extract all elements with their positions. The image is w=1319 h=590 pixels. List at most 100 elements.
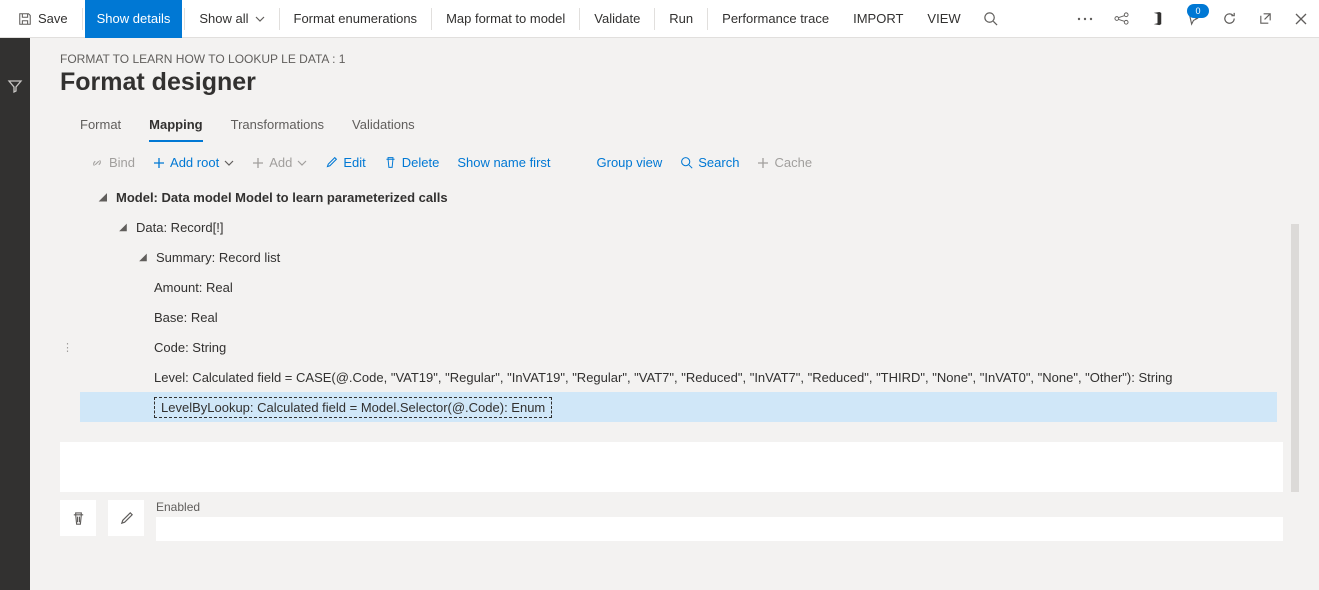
divider	[707, 8, 708, 30]
notifications-icon[interactable]	[1175, 0, 1211, 38]
tree-node-label: Data: Record[!]	[136, 220, 223, 235]
collapse-icon[interactable]: ◢	[116, 222, 130, 233]
show-all-label: Show all	[199, 11, 248, 26]
performance-trace-button[interactable]: Performance trace	[710, 0, 841, 38]
map-format-label: Map format to model	[446, 11, 565, 26]
group-view-button[interactable]: Group view	[597, 155, 663, 170]
show-name-first-button[interactable]: Show name first	[457, 155, 550, 170]
tree-node-label: Model: Data model Model to learn paramet…	[116, 190, 448, 205]
plus-icon	[757, 157, 769, 169]
import-button[interactable]: IMPORT	[841, 0, 915, 38]
format-enumerations-label: Format enumerations	[294, 11, 418, 26]
tree-node-code[interactable]: ⋮ Code: String	[80, 332, 1277, 362]
chevron-down-icon	[297, 158, 307, 168]
drag-handle-icon[interactable]: ⋮	[62, 341, 74, 354]
save-label: Save	[38, 11, 68, 26]
edit-button[interactable]: Edit	[325, 155, 365, 170]
delete-button[interactable]: Delete	[384, 155, 440, 170]
divider	[82, 8, 83, 30]
collapse-icon[interactable]: ◢	[136, 252, 150, 263]
performance-trace-label: Performance trace	[722, 11, 829, 26]
chevron-down-icon	[255, 14, 265, 24]
edit-icon	[325, 156, 338, 169]
tree-node-model[interactable]: ◢ Model: Data model Model to learn param…	[80, 182, 1277, 212]
enabled-field-input[interactable]	[156, 517, 1283, 541]
tab-transformations[interactable]: Transformations	[231, 117, 324, 142]
page-title: Format designer	[60, 68, 1301, 97]
footer-delete-button[interactable]	[60, 500, 96, 536]
footer-edit-button[interactable]	[108, 500, 144, 536]
delete-icon	[384, 156, 397, 169]
office-icon[interactable]	[1139, 0, 1175, 38]
show-name-first-label: Show name first	[457, 155, 550, 170]
add-root-button[interactable]: Add root	[153, 155, 234, 170]
bind-label: Bind	[109, 155, 135, 170]
tree-node-levelbylookup[interactable]: LevelByLookup: Calculated field = Model.…	[80, 392, 1277, 422]
tab-mapping[interactable]: Mapping	[149, 117, 202, 142]
cache-label: Cache	[774, 155, 812, 170]
divider	[579, 8, 580, 30]
add-root-label: Add root	[170, 155, 219, 170]
top-command-bar: Save Show details Show all Format enumer…	[0, 0, 1319, 38]
bind-button[interactable]: Bind	[90, 155, 135, 170]
mapping-toolbar: Bind Add root Add Edit	[60, 143, 1301, 182]
group-view-label: Group view	[597, 155, 663, 170]
run-label: Run	[669, 11, 693, 26]
divider	[184, 8, 185, 30]
show-details-label: Show details	[97, 11, 171, 26]
tree-node-label: Amount: Real	[154, 280, 233, 295]
search-icon	[680, 156, 693, 169]
add-button[interactable]: Add	[252, 155, 307, 170]
network-icon[interactable]	[1103, 0, 1139, 38]
chevron-down-icon	[224, 158, 234, 168]
validate-label: Validate	[594, 11, 640, 26]
refresh-icon[interactable]	[1211, 0, 1247, 38]
collapse-icon[interactable]: ◢	[96, 192, 110, 203]
tree-node-base[interactable]: Base: Real	[80, 302, 1277, 332]
top-search-icon[interactable]	[973, 0, 1009, 38]
view-label: VIEW	[927, 11, 960, 26]
cache-button[interactable]: Cache	[757, 155, 812, 170]
link-icon	[90, 156, 104, 170]
divider	[654, 8, 655, 30]
tabs: Format Mapping Transformations Validatio…	[60, 111, 1301, 143]
tab-validations[interactable]: Validations	[352, 117, 415, 142]
show-details-button[interactable]: Show details	[85, 0, 183, 38]
view-button[interactable]: VIEW	[915, 0, 972, 38]
run-button[interactable]: Run	[657, 0, 705, 38]
footer-bar: Enabled	[60, 500, 1301, 541]
format-enumerations-button[interactable]: Format enumerations	[282, 0, 430, 38]
details-empty-panel	[60, 442, 1283, 492]
search-label: Search	[698, 155, 739, 170]
save-icon	[18, 12, 32, 26]
close-icon[interactable]	[1283, 0, 1319, 38]
popout-icon[interactable]	[1247, 0, 1283, 38]
plus-icon	[252, 157, 264, 169]
tree-node-label: Base: Real	[154, 310, 218, 325]
mapping-tree: ◢ Model: Data model Model to learn param…	[80, 182, 1301, 422]
scrollbar[interactable]	[1291, 224, 1299, 492]
tree-node-summary[interactable]: ◢ Summary: Record list	[80, 242, 1277, 272]
tree-node-label: Code: String	[154, 340, 226, 355]
divider	[279, 8, 280, 30]
breadcrumb: FORMAT TO LEARN HOW TO LOOKUP LE DATA : …	[60, 52, 1301, 66]
more-icon[interactable]	[1067, 0, 1103, 38]
left-rail	[0, 38, 30, 590]
show-all-button[interactable]: Show all	[187, 0, 276, 38]
save-button[interactable]: Save	[6, 0, 80, 38]
filter-icon[interactable]	[7, 78, 23, 94]
tree-node-label: Summary: Record list	[156, 250, 280, 265]
tree-node-level[interactable]: Level: Calculated field = CASE(@.Code, "…	[80, 362, 1277, 392]
delete-label: Delete	[402, 155, 440, 170]
import-label: IMPORT	[853, 11, 903, 26]
tree-node-label: LevelByLookup: Calculated field = Model.…	[154, 397, 552, 418]
enabled-field: Enabled	[156, 500, 1283, 541]
search-button[interactable]: Search	[680, 155, 739, 170]
tree-node-data[interactable]: ◢ Data: Record[!]	[80, 212, 1277, 242]
validate-button[interactable]: Validate	[582, 0, 652, 38]
tab-format[interactable]: Format	[80, 117, 121, 142]
tree-node-amount[interactable]: Amount: Real	[80, 272, 1277, 302]
enabled-field-label: Enabled	[156, 500, 1283, 514]
edit-label: Edit	[343, 155, 365, 170]
map-format-button[interactable]: Map format to model	[434, 0, 577, 38]
